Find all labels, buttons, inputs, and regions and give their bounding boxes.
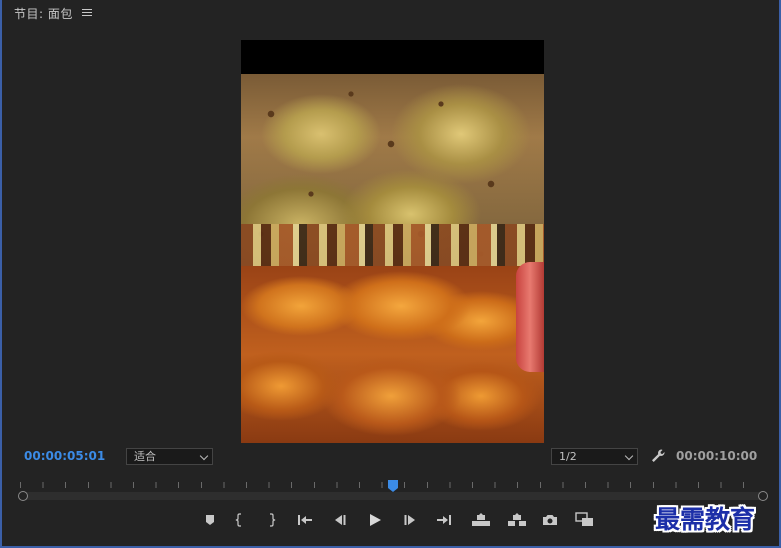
step-forward-icon <box>404 515 415 525</box>
mark-in-icon <box>235 513 241 527</box>
step-back-button[interactable] <box>323 510 357 530</box>
step-forward-button[interactable] <box>393 510 427 530</box>
video-preview[interactable] <box>241 40 544 443</box>
chevron-down-icon <box>199 451 209 461</box>
transport-controls <box>199 510 603 530</box>
lift-icon <box>472 513 490 526</box>
zoom-level-select[interactable]: 适合 <box>126 448 213 465</box>
lift-button[interactable] <box>461 510 501 530</box>
video-frame-sausage <box>516 262 544 372</box>
panel-title[interactable]: 节目: 面包 <box>14 5 73 22</box>
mark-in-button[interactable] <box>221 510 257 530</box>
mark-out-button[interactable] <box>257 510 287 530</box>
zoom-level-value: 适合 <box>134 450 156 463</box>
playhead-icon[interactable] <box>388 477 398 492</box>
go-to-out-button[interactable] <box>427 510 461 530</box>
time-ruler[interactable] <box>20 474 766 492</box>
go-to-in-icon <box>298 515 312 525</box>
playback-resolution-value: 1/2 <box>559 450 577 463</box>
compare-view-icon <box>575 512 593 526</box>
step-back-icon <box>335 515 346 525</box>
panel-header: 节目: 面包 <box>2 0 779 26</box>
watermark-logo: 最需教育 <box>655 505 756 534</box>
total-duration-timecode: 00:00:10:00 <box>676 449 758 463</box>
compare-view-button[interactable] <box>567 510 603 530</box>
extract-button[interactable] <box>501 510 533 530</box>
program-monitor-panel: 节目: 面包 00:00:05:01 适合 1/2 00:00:10:00 <box>0 0 781 548</box>
current-timecode[interactable]: 00:00:05:01 <box>24 449 105 463</box>
scrollbar-right-handle[interactable] <box>758 491 768 501</box>
camera-icon <box>543 515 557 525</box>
go-to-out-icon <box>437 515 451 525</box>
mark-out-icon <box>270 513 276 527</box>
export-frame-button[interactable] <box>533 510 567 530</box>
zoom-scrollbar[interactable] <box>18 491 768 501</box>
chevron-down-icon <box>624 451 634 461</box>
scrollbar-left-handle[interactable] <box>18 491 28 501</box>
add-marker-button[interactable] <box>199 510 221 530</box>
extract-icon <box>508 513 526 526</box>
marker-icon <box>206 515 214 525</box>
panel-menu-icon[interactable] <box>81 9 92 17</box>
video-frame-transition <box>241 224 544 270</box>
settings-wrench-icon[interactable] <box>650 448 666 464</box>
go-to-in-button[interactable] <box>287 510 323 530</box>
play-icon <box>370 514 381 526</box>
video-frame-bread <box>241 266 544 443</box>
play-button[interactable] <box>357 510 393 530</box>
playback-resolution-select[interactable]: 1/2 <box>551 448 638 465</box>
